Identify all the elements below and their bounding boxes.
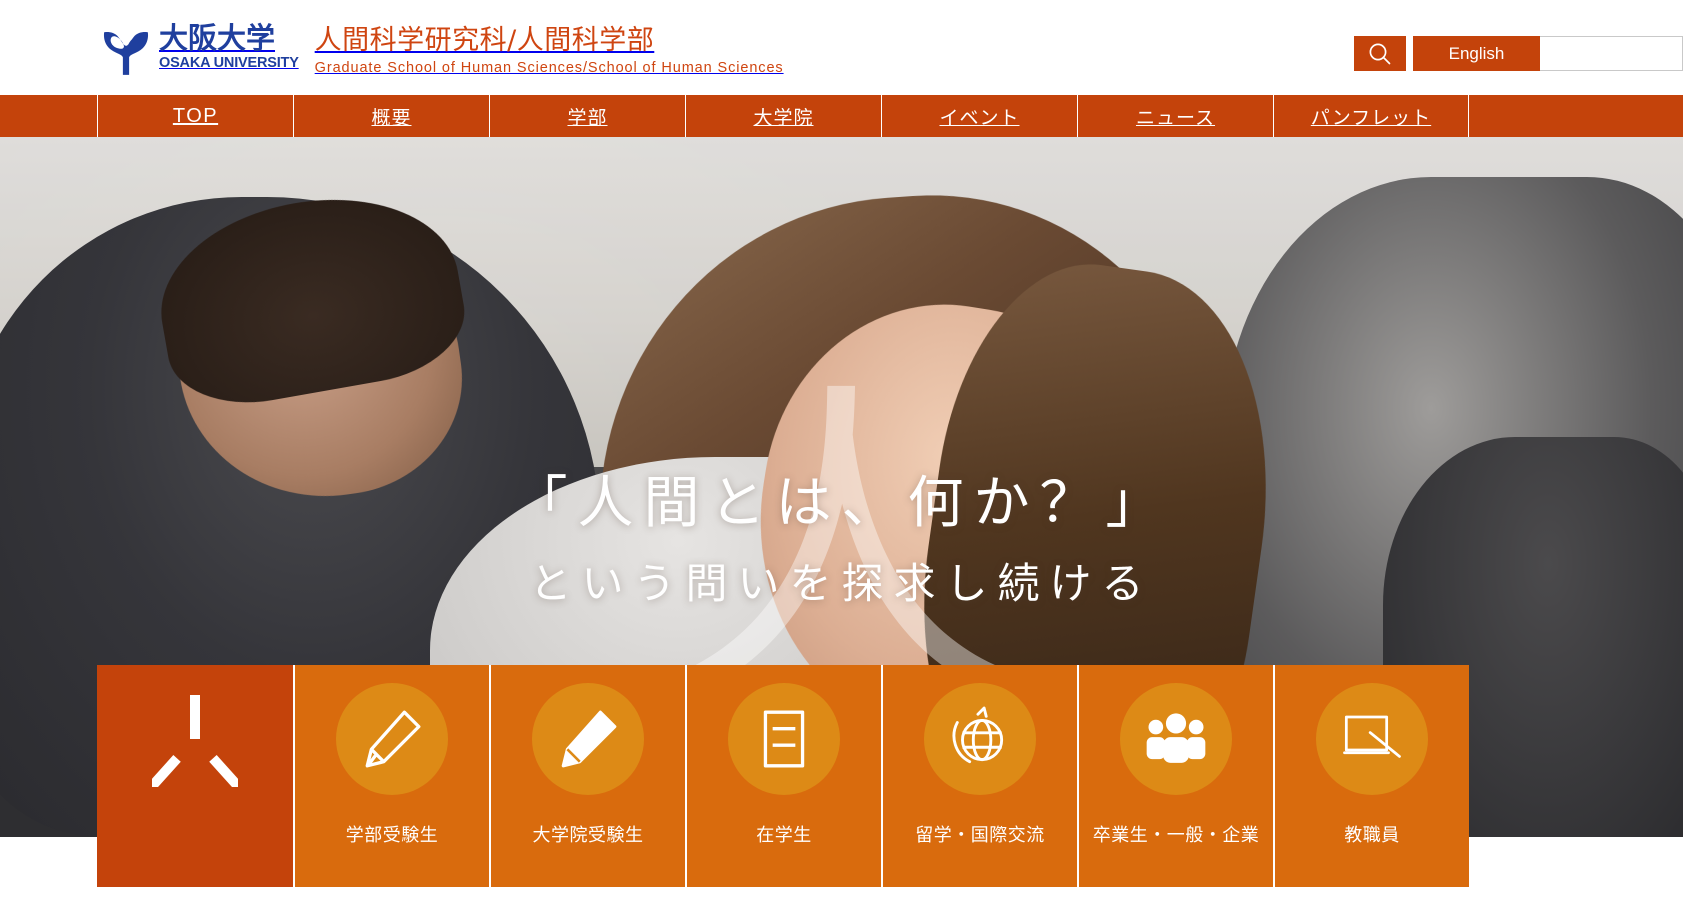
- osaka-university-crest-icon: [103, 32, 149, 75]
- tile-icon-wrap: [139, 683, 251, 795]
- main-navigation: TOP 概要 学部 大学院 イベント ニュース パンフレット: [0, 95, 1683, 137]
- site-title: 人間科学研究科/人間科学部 Graduate School of Human S…: [315, 23, 784, 77]
- tile-label: 卒業生・一般・企業: [1092, 825, 1260, 846]
- tile-label: 留学・国際交流: [915, 825, 1045, 846]
- header-tools: English: [1354, 36, 1683, 71]
- pencil-icon: [365, 710, 421, 768]
- blackboard-pointer-icon: [1343, 715, 1401, 758]
- tile-icon-wrap: [924, 683, 1036, 795]
- tile-label: 学部受験生: [345, 825, 439, 846]
- tile-undergraduate-applicants[interactable]: 学部受験生: [293, 665, 489, 887]
- globe-icon: [952, 706, 1004, 764]
- tile-person-mark[interactable]: [97, 665, 293, 887]
- nav-item-undergraduate[interactable]: 学部: [489, 95, 685, 137]
- tile-icon-wrap: [336, 683, 448, 795]
- english-language-button[interactable]: English: [1413, 36, 1540, 71]
- nav-left-spacer: [0, 95, 97, 137]
- site-title-jp: 人間科学研究科/人間科学部: [314, 25, 655, 56]
- nav-right-spacer: [1469, 95, 1683, 137]
- people-group-icon: [1146, 713, 1206, 763]
- tile-label: 大学院受験生: [532, 825, 644, 846]
- search-input[interactable]: [1540, 36, 1683, 71]
- nav-item-overview[interactable]: 概要: [293, 95, 489, 137]
- nav-item-graduate-school[interactable]: 大学院: [685, 95, 881, 137]
- site-logo-link[interactable]: 大阪大学 OSAKA UNIVERSITY 人間科学研究科/人間科学部 Grad…: [99, 23, 784, 77]
- site-header: 大阪大学 OSAKA UNIVERSITY 人間科学研究科/人間科学部 Grad…: [0, 0, 1683, 95]
- tile-study-abroad-international[interactable]: 留学・国際交流: [881, 665, 1077, 887]
- tile-icon-wrap: [1316, 683, 1428, 795]
- tools-gap: [1406, 36, 1413, 71]
- audience-tiles: 学部受験生 大学院受験生 在学生 留学・国際交流 卒業生・一般・企業 教職員: [97, 665, 1487, 887]
- tile-current-students[interactable]: 在学生: [685, 665, 881, 887]
- tile-label: 教職員: [1344, 825, 1400, 846]
- nav-item-pamphlet[interactable]: パンフレット: [1273, 95, 1469, 137]
- page-root: 大阪大学 OSAKA UNIVERSITY 人間科学研究科/人間科学部 Grad…: [0, 0, 1683, 914]
- tile-icon-wrap: [532, 683, 644, 795]
- nav-item-top[interactable]: TOP: [97, 95, 293, 137]
- tile-icon-wrap: [728, 683, 840, 795]
- nav-item-news[interactable]: ニュース: [1077, 95, 1273, 137]
- pencil-icon: [561, 710, 617, 768]
- nav-item-events[interactable]: イベント: [881, 95, 1077, 137]
- logo-text-en: OSAKA UNIVERSITY: [159, 55, 299, 71]
- tile-faculty-staff[interactable]: 教職員: [1273, 665, 1469, 887]
- tile-graduate-applicants[interactable]: 大学院受験生: [489, 665, 685, 887]
- logo-text-jp: 大阪大学: [159, 21, 276, 55]
- logo-wordmark: 大阪大学 OSAKA UNIVERSITY: [159, 23, 299, 71]
- search-button[interactable]: [1354, 36, 1406, 71]
- tile-icon-wrap: [1120, 683, 1232, 795]
- person-kanji-icon: [152, 695, 238, 787]
- site-title-en: Graduate School of Human Sciences/School…: [314, 60, 784, 76]
- search-icon: [1369, 43, 1391, 64]
- book-icon: [763, 710, 805, 768]
- tile-label: 在学生: [756, 825, 812, 846]
- tile-alumni-public-corporate[interactable]: 卒業生・一般・企業: [1077, 665, 1273, 887]
